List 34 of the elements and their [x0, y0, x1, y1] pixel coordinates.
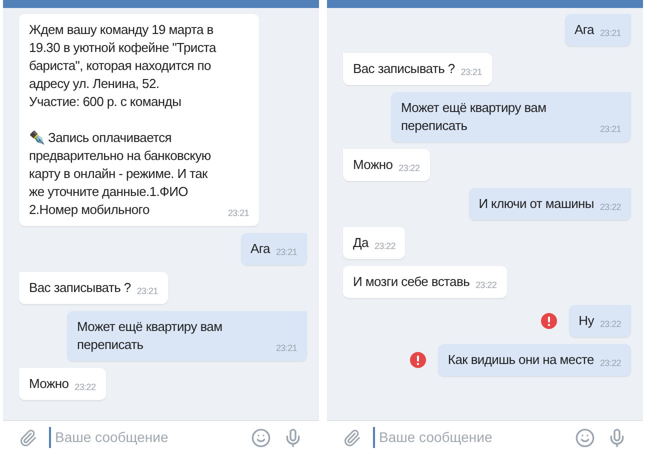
- message-text: Вас записывать ?: [29, 279, 131, 297]
- emoji-icon[interactable]: [251, 428, 271, 448]
- message-time: 23:21: [276, 246, 297, 258]
- message-time: 23:22: [600, 201, 621, 213]
- message-text: Вас записывать ?: [353, 60, 455, 78]
- message-time: 23:22: [600, 357, 621, 369]
- message-text: Можно: [353, 156, 393, 174]
- message-text: Ага: [574, 21, 594, 39]
- message-time: 23:21: [460, 66, 482, 78]
- error-icon: [410, 352, 426, 368]
- message-text: Да: [353, 234, 368, 252]
- attach-icon[interactable]: [19, 428, 37, 446]
- message-time: 23:21: [228, 207, 249, 219]
- message-text: Ага: [250, 240, 270, 258]
- message-time: 23:22: [74, 381, 96, 393]
- message-text: И мозги себе вставь: [353, 273, 470, 291]
- message-time: 23:21: [600, 27, 621, 39]
- message-text: Можно: [29, 375, 69, 393]
- message-text: Может ещё квартиру вам переписать: [401, 99, 548, 135]
- message-time: 23:22: [476, 279, 497, 291]
- message-text: Ну: [578, 312, 594, 330]
- message-time: 23:22: [374, 240, 396, 252]
- message-text: И ключи от машины: [478, 195, 594, 213]
- message-text: Может ещё квартиру вам переписать: [77, 318, 224, 354]
- message-time: 23:21: [136, 285, 158, 297]
- message-time: 23:21: [276, 342, 297, 354]
- emoji-icon[interactable]: [575, 428, 595, 448]
- message-time: 23:22: [600, 318, 621, 330]
- message-time: 23:22: [398, 162, 420, 174]
- message-time: 23:21: [600, 123, 621, 135]
- message-text: Как видишь они на месте: [448, 351, 594, 369]
- attach-icon[interactable]: [343, 428, 361, 446]
- error-icon: [540, 313, 557, 329]
- message-text: Ждем вашу команду 19 марта в 19.30 в уютной кофейне "Триста бариста", которая находится по адресу ул. Ленина, 52. Участие: 600 р. с команды ✒ Запись оплачивается предварительно на банковскую карту в онлайн - режиме. И так же уточните данные.1.ФИО 2.Номер мобильного: [29, 21, 218, 219]
